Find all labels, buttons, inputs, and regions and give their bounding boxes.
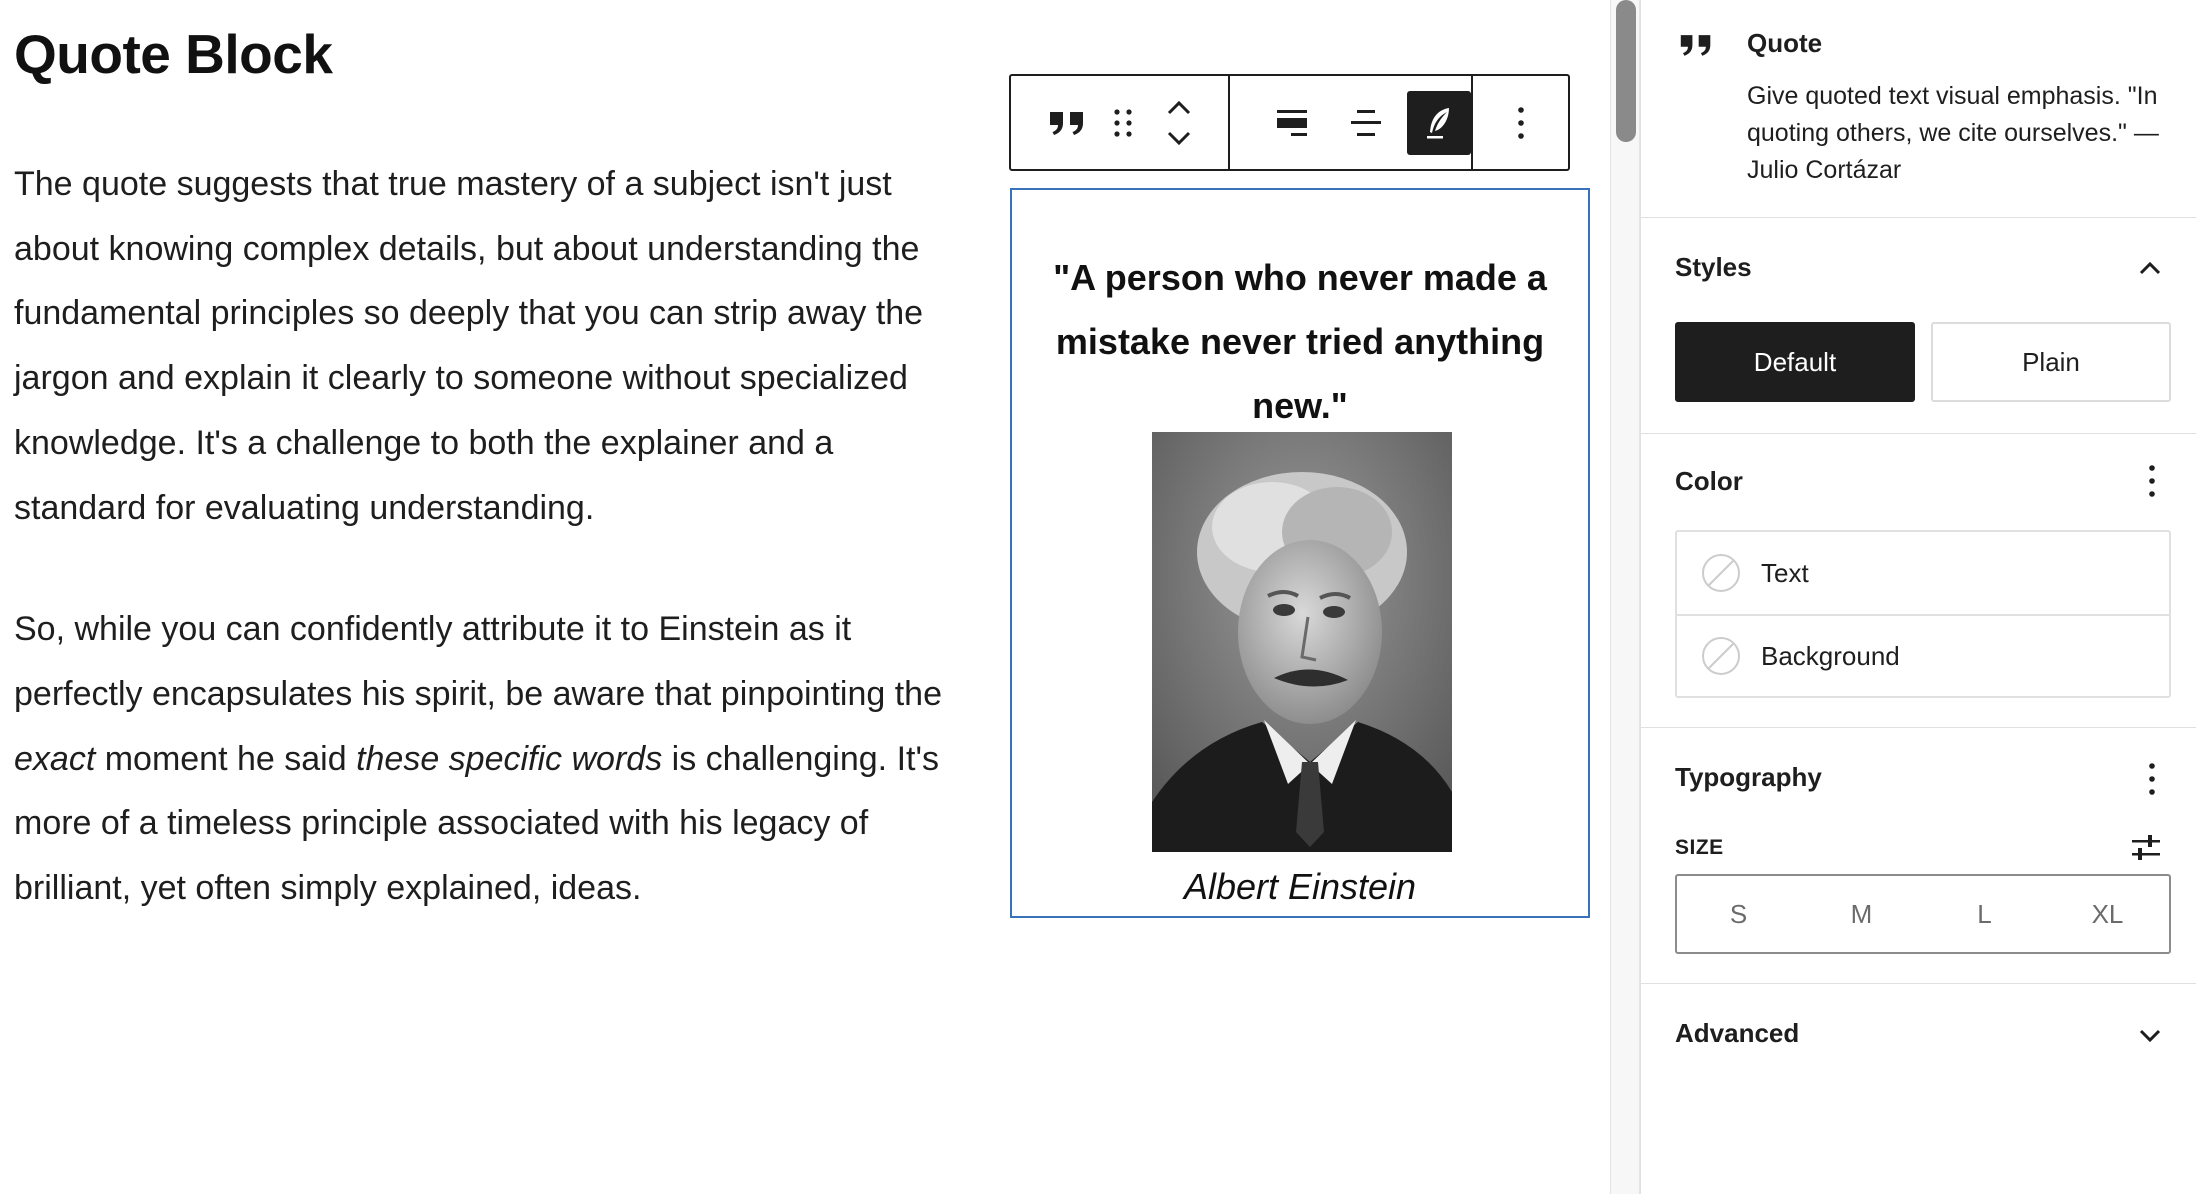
paragraph-block[interactable]: So, while you can confidently attribute … <box>14 597 944 921</box>
block-toolbar <box>1009 74 1570 171</box>
custom-size-settings-icon[interactable] <box>2130 832 2162 869</box>
color-background-item[interactable]: Background <box>1677 614 2169 696</box>
align-left-button[interactable] <box>1260 91 1324 155</box>
quote-style-button[interactable] <box>1407 90 1472 155</box>
portrait-image[interactable] <box>1152 432 1452 852</box>
size-option-l[interactable]: L <box>1923 876 2046 952</box>
quote-icon <box>1050 111 1083 135</box>
drag-handle-icon <box>1114 108 1132 137</box>
color-list: Text Background <box>1675 530 2171 698</box>
align-center-button[interactable] <box>1334 91 1398 155</box>
quote-block[interactable]: "A person who never made a mistake never… <box>1010 188 1590 918</box>
move-up-down-icon <box>1167 100 1191 145</box>
size-option-xl[interactable]: XL <box>2046 876 2169 952</box>
italic-text: these specific words <box>356 739 663 778</box>
chevron-up-icon[interactable] <box>2138 260 2162 281</box>
more-vertical-icon[interactable] <box>2148 762 2156 801</box>
editor-scrollbar[interactable] <box>1610 0 1640 1194</box>
page-title[interactable]: Quote Block <box>14 22 333 86</box>
drag-handle-button[interactable] <box>1095 91 1151 155</box>
block-options-button[interactable] <box>1489 91 1553 155</box>
color-panel: Color Text Background <box>1641 434 2196 728</box>
settings-sidebar: Quote Give quoted text visual emphasis. … <box>1640 0 2196 1194</box>
color-background-label: Background <box>1761 640 1900 671</box>
no-color-swatch-icon <box>1702 637 1740 675</box>
block-card-title: Quote <box>1747 28 1823 58</box>
more-vertical-icon <box>1517 106 1524 139</box>
styles-panel-title[interactable]: Styles <box>1675 252 1752 283</box>
scrollbar-thumb[interactable] <box>1616 0 1636 142</box>
size-label: SIZE <box>1675 836 1724 859</box>
quote-text[interactable]: "A person who never made a mistake never… <box>1012 246 1588 438</box>
more-vertical-icon[interactable] <box>2148 464 2156 503</box>
toolbar-group-block <box>1011 76 1230 169</box>
paragraph-text: So, while you can confidently attribute … <box>14 610 942 713</box>
block-card: Quote Give quoted text visual emphasis. … <box>1641 0 2196 218</box>
quote-citation[interactable]: Albert Einstein <box>1012 866 1588 908</box>
typography-panel-title: Typography <box>1675 762 1822 792</box>
styles-panel: Styles Default Plain <box>1641 218 2196 434</box>
align-center-icon <box>1350 109 1381 136</box>
editor-canvas: Quote Block The quote suggests that true… <box>0 0 1610 1194</box>
toolbar-group-format <box>1230 76 1473 169</box>
color-text-label: Text <box>1761 557 1809 588</box>
style-plain-button[interactable]: Plain <box>1931 322 2171 402</box>
block-card-description: Give quoted text visual emphasis. "In qu… <box>1747 82 2159 184</box>
advanced-panel-title[interactable]: Advanced <box>1675 1018 1799 1049</box>
style-default-button[interactable]: Default <box>1675 322 1915 402</box>
size-option-s[interactable]: S <box>1677 876 1800 952</box>
font-size-picker: S M L XL <box>1675 874 2171 954</box>
color-text-item[interactable]: Text <box>1677 532 2169 614</box>
style-options: Default Plain <box>1675 322 2171 402</box>
paragraph-text: moment he said <box>95 739 357 778</box>
chevron-down-icon[interactable] <box>2138 1028 2162 1049</box>
advanced-panel[interactable]: Advanced <box>1641 984 2196 1084</box>
block-type-button[interactable] <box>1039 91 1095 155</box>
post-content: The quote suggests that true mastery of … <box>14 152 944 921</box>
no-color-swatch-icon <box>1702 554 1740 592</box>
size-option-m[interactable]: M <box>1800 876 1923 952</box>
align-left-icon <box>1276 109 1307 136</box>
paragraph-block[interactable]: The quote suggests that true mastery of … <box>14 152 944 540</box>
italic-text: exact <box>14 739 96 778</box>
move-up-down-button[interactable] <box>1151 91 1207 155</box>
toolbar-group-options <box>1473 76 1568 169</box>
portrait-illustration <box>1152 432 1452 852</box>
typography-panel: Typography SIZE S M L XL <box>1641 728 2196 984</box>
quote-icon <box>1679 30 1713 65</box>
color-panel-title: Color <box>1675 466 1743 496</box>
quill-icon <box>1427 107 1450 138</box>
